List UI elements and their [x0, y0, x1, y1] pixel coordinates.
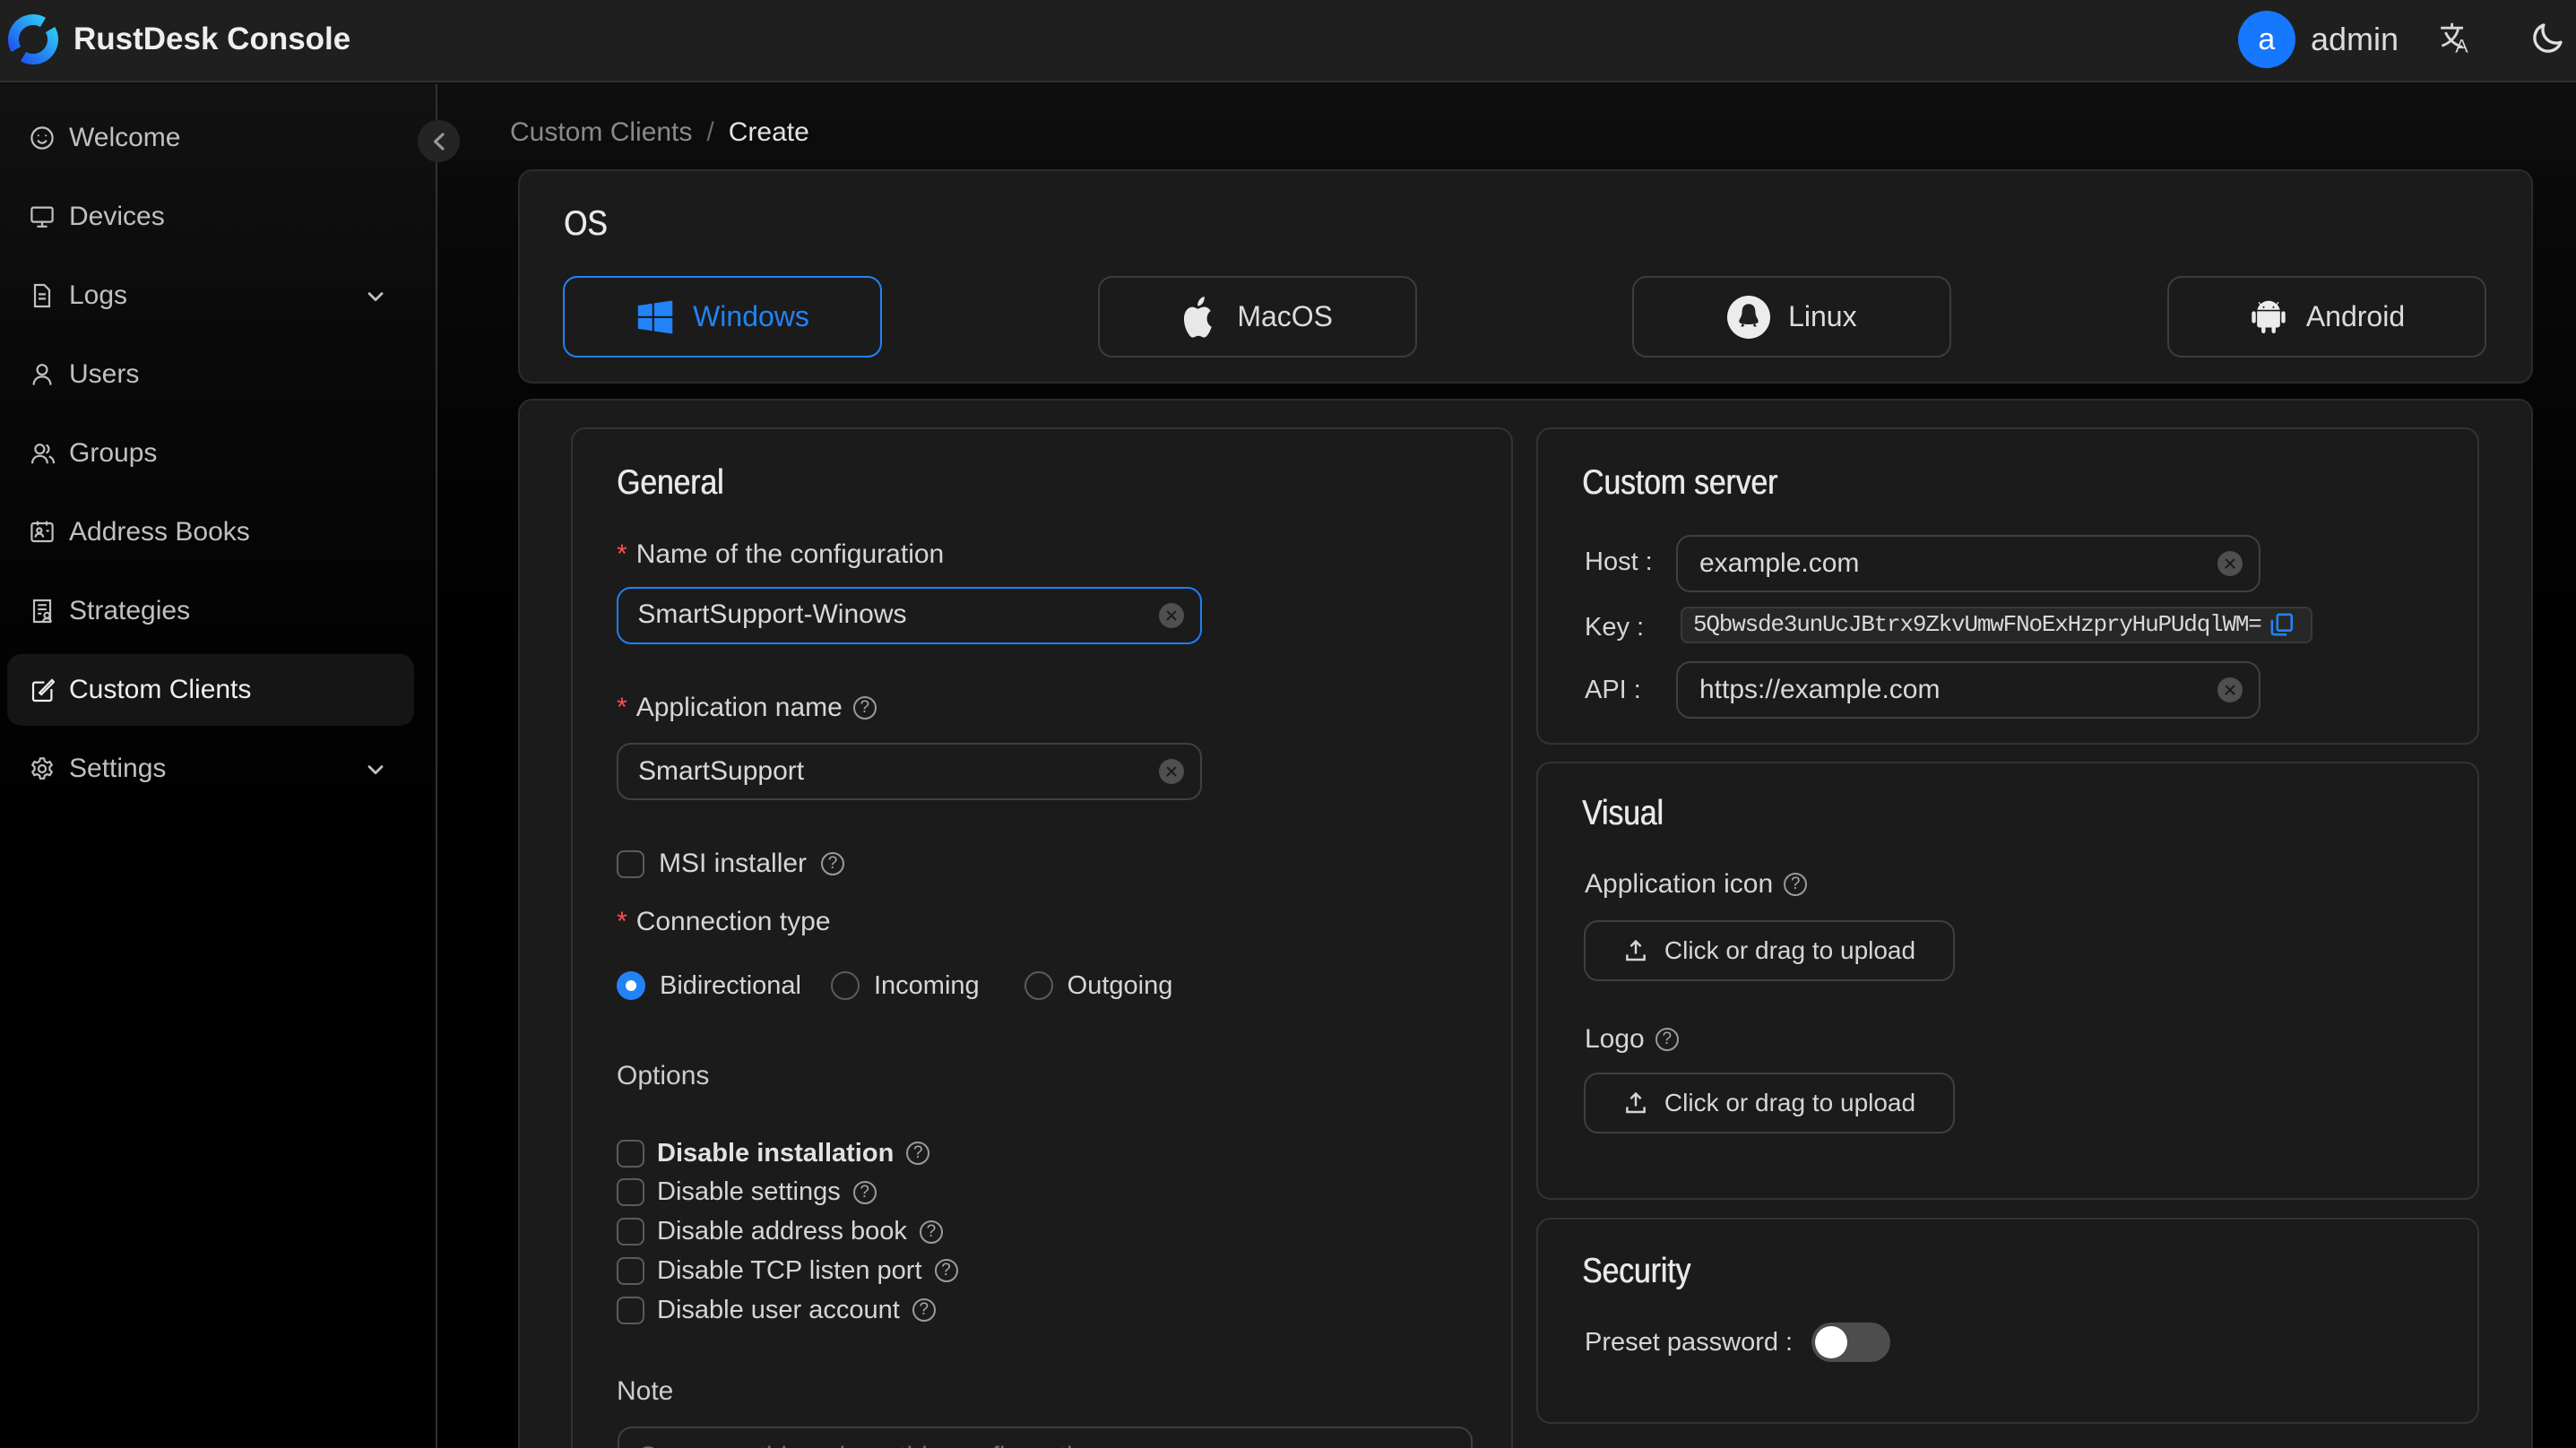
svg-text:A: A: [2455, 35, 2468, 54]
